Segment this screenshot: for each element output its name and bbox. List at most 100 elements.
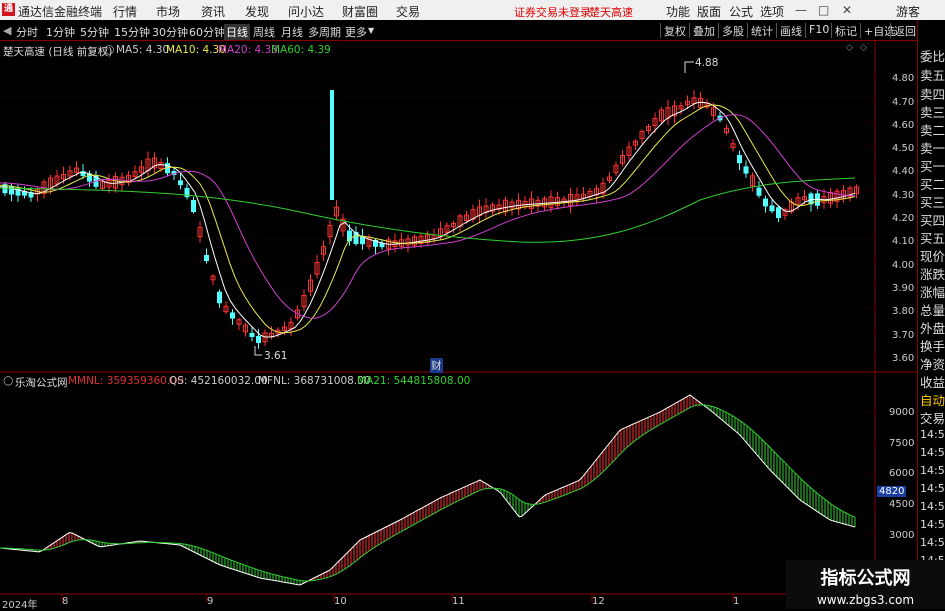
minimize-icon[interactable]: — [795,3,807,17]
price-axis-label: 3.90 [892,283,915,294]
tab-intraday[interactable]: 分时 [16,24,38,40]
candlestick-body [9,185,14,195]
app-logo-icon: 通 [2,3,15,16]
tab-15min[interactable]: 15分钟 [114,24,150,40]
tab-5min[interactable]: 5分钟 [80,24,109,40]
side-item-bid5[interactable]: 买五 [920,228,945,247]
menu-item-options[interactable]: 选项 [760,3,784,20]
maximize-icon[interactable]: □ [818,3,829,17]
side-item-ask2[interactable]: 卖二 [920,120,945,139]
tab-multi-period[interactable]: 多周期 [308,24,341,40]
menu-item-news[interactable]: 资讯 [201,3,225,20]
mfnl-value: MFNL: 368731008.00 [258,375,371,387]
user-label[interactable]: 游客 [896,3,920,20]
menu-item-wealth[interactable]: 财富圈 [342,3,378,20]
candlestick-body [379,242,385,248]
statistics-button[interactable]: 统计 [747,23,773,38]
price-axis-label: 4.80 [892,73,915,84]
side-item-trade[interactable]: 交易 [920,408,945,427]
draw-line-button[interactable]: 画线 [776,23,802,38]
trade-time: 14:56 [920,518,945,531]
chart-canvas[interactable]: ◇ ◇ [0,40,917,609]
side-item-turnover[interactable]: 换手 [920,336,945,355]
ma60-label: MA60: 4.39 [271,44,331,56]
indicator-axis-label: 3000 [889,530,915,541]
multi-stock-button[interactable]: 多股 [718,23,744,38]
settings-circle-icon[interactable]: ○ [104,42,114,56]
indicator-axis-label: 9000 [889,407,915,418]
menu-item-quotes[interactable]: 行情 [113,3,137,20]
f10-button[interactable]: F10 [805,23,829,38]
side-item-bid1[interactable]: 买一 [920,156,945,175]
indicator-axis-label: 4500 [889,499,915,510]
price-axis-label: 3.60 [892,353,915,364]
menu-item-formula[interactable]: 公式 [729,3,753,20]
price-axis-label: 4.00 [892,260,915,271]
tab-30min[interactable]: 30分钟 [152,24,188,40]
ma-line [0,104,856,334]
diamond-icon[interactable]: ◇ [846,43,853,53]
tab-1min[interactable]: 1分钟 [46,24,75,40]
tab-weekly[interactable]: 周线 [253,24,275,40]
candlestick-body [769,205,775,212]
menu-item-market[interactable]: 市场 [156,3,180,20]
app-title: 通达信金融终端 [18,5,103,19]
side-item-bid2[interactable]: 买二 [920,174,945,193]
menu-item-discover[interactable]: 发现 [245,3,269,20]
ma20-label: MA20: 4.33 [218,44,278,56]
price-axis-label: 4.50 [892,143,915,154]
menu-item-trade[interactable]: 交易 [396,3,420,20]
side-item-bid-ratio[interactable]: 委比 [920,46,945,65]
menu-item-function[interactable]: 功能 [666,3,690,20]
candlestick-body [230,312,235,319]
side-item-net-assets[interactable]: 净资 [920,354,945,373]
tab-60min[interactable]: 60分钟 [189,24,225,40]
side-item-ask1[interactable]: 卖一 [920,138,945,157]
tab-more[interactable]: 更多 [345,24,367,40]
side-item-ask5[interactable]: 卖五 [920,65,945,84]
price-axis-label: 4.70 [892,97,915,108]
side-item-auto[interactable]: 自动 [920,390,945,409]
side-item-ask3[interactable]: 卖三 [920,102,945,121]
menu-item-layout[interactable]: 版面 [697,3,721,20]
mark-button[interactable]: 标记 [831,23,857,38]
diamond-icon[interactable]: ◇ [860,43,867,53]
side-item-bid3[interactable]: 买三 [920,192,945,211]
side-item-volume[interactable]: 总量 [920,300,945,319]
tab-monthly[interactable]: 月线 [281,24,303,40]
candlestick-body [178,180,183,186]
tab-daily[interactable]: 日线 [224,24,250,40]
prev-icon[interactable]: ◀ [3,24,11,37]
indicator-series [0,394,856,586]
mmnl-value: MMNL: 359359360.00 [68,375,184,387]
candlestick-body [204,254,209,262]
overlay-button[interactable]: 叠加 [689,23,715,38]
site-watermark: 指标公式网 www.zbgs3.com [786,560,945,609]
moving-average-lines [0,101,856,338]
candlestick-body [763,198,768,207]
indicator-axis-label: 6000 [889,468,915,479]
side-item-change-pct[interactable]: 涨幅 [920,282,945,301]
qs-value: QS: 452160032.00 [169,375,268,387]
close-icon[interactable]: ✕ [842,3,852,17]
side-item-price[interactable]: 现价 [920,246,945,265]
financial-event-marker[interactable]: 财 [430,358,443,373]
restore-rights-button[interactable]: 复权 [660,23,686,38]
ma5-label: MA5: 4.30 [116,44,170,56]
settings-circle-icon[interactable]: ○ [3,373,13,387]
login-notice[interactable]: 证券交易未登录 [514,4,591,20]
candlestick-series [2,90,859,349]
back-button[interactable]: 返回 [890,23,916,38]
menu-item-ask[interactable]: 问小达 [288,3,324,20]
side-item-change[interactable]: 涨跌 [920,264,945,283]
more-dropdown-icon[interactable]: ▼ [368,26,374,35]
candlestick-body [776,207,781,219]
side-item-bid4[interactable]: 买四 [920,210,945,229]
indicator-name[interactable]: 乐淘公式网 [15,375,68,390]
trade-time: 14:56 [920,464,945,477]
side-item-ask4[interactable]: 卖四 [920,84,945,103]
side-item-outer-vol[interactable]: 外盘 [920,318,945,337]
side-item-earnings[interactable]: 收益 [920,372,945,391]
indicator-current-value: 4820 [877,486,907,497]
high-label: 4.88 [695,57,719,69]
